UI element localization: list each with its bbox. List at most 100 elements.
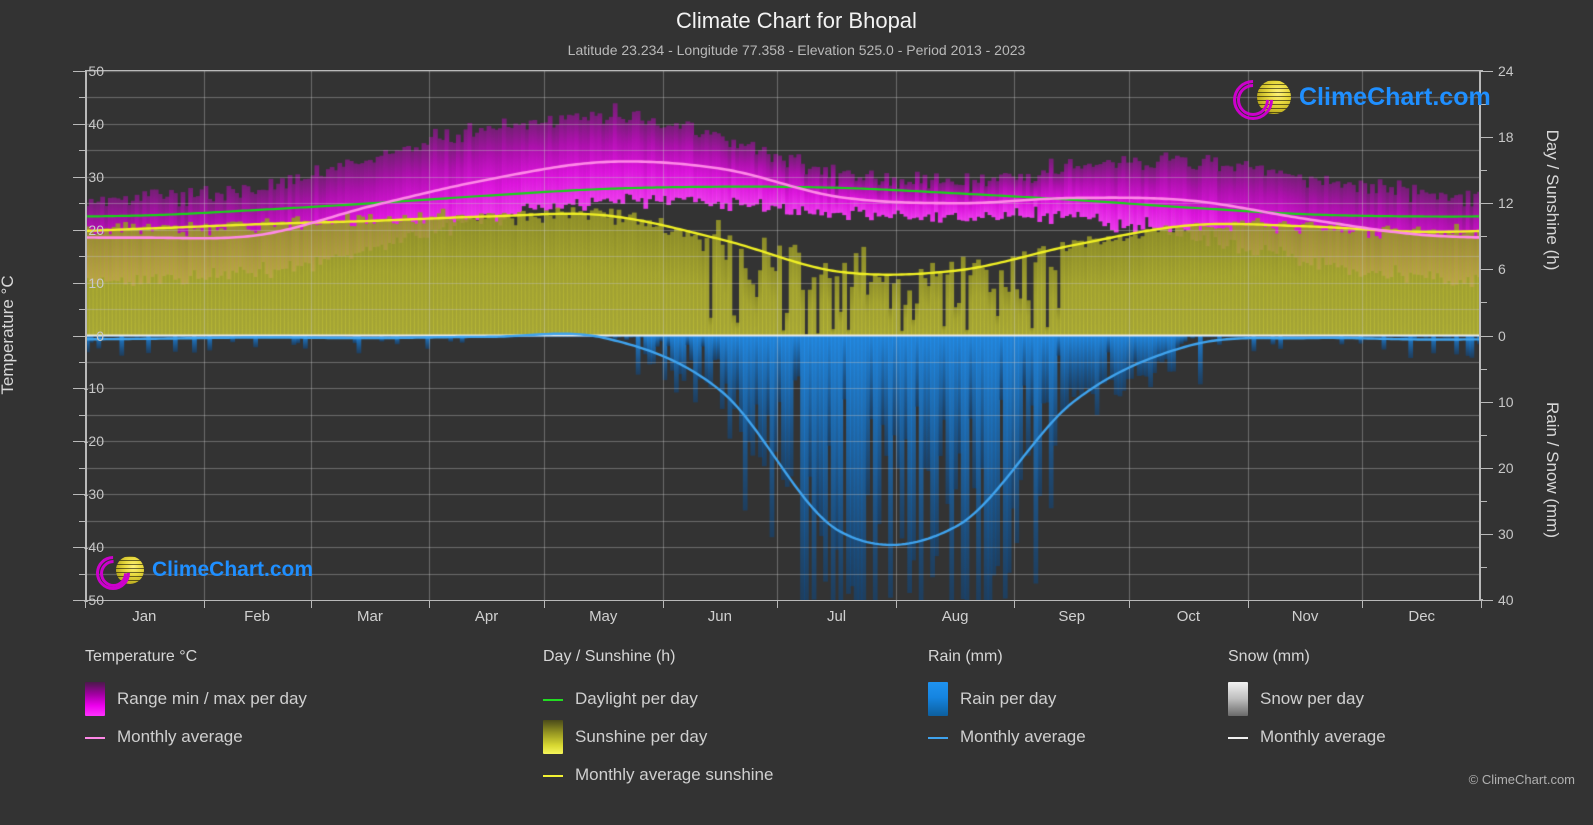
legend-item[interactable]: Monthly average <box>928 718 1086 756</box>
legend-heading: Temperature °C <box>85 648 198 665</box>
x-axis-tick <box>1362 600 1364 608</box>
x-axis-tick <box>1129 600 1131 608</box>
y-axis-tick <box>73 494 85 496</box>
legend-item[interactable]: Rain per day <box>928 680 1086 718</box>
x-axis-tick <box>777 600 779 608</box>
legend-item-label: Range min / max per day <box>117 689 307 708</box>
y-axis-minor-tick <box>79 256 85 258</box>
legend-item[interactable]: Sunshine per day <box>543 718 773 756</box>
legend-color-swatch <box>1228 682 1248 716</box>
y-axis-tick <box>73 441 85 443</box>
x-axis-month-label: Jan <box>132 608 157 625</box>
legend-item[interactable]: Monthly average <box>1228 718 1386 756</box>
y2-axis-tick-label: 24 <box>1498 63 1514 79</box>
x-axis-month-label: Jun <box>707 608 732 625</box>
legend-column-daysun: Day / Sunshine (h) Daylight per day Sunsh… <box>543 648 773 794</box>
y-axis-tick <box>73 388 85 390</box>
left-axis-title: Temperature °C <box>0 275 17 395</box>
y2-axis-minor-tick <box>1481 302 1487 304</box>
y2-axis-minor-tick <box>1481 170 1487 172</box>
y3-axis-minor-tick <box>1481 500 1487 502</box>
legend-heading: Rain (mm) <box>928 648 1003 665</box>
logo-text: ClimeChart.com <box>1299 82 1491 111</box>
y-axis-tick <box>73 282 85 284</box>
y2-axis-minor-tick <box>1481 269 1487 271</box>
right-axis-title-bottom: Rain / Snow (mm) <box>1543 401 1562 539</box>
legend-item-label: Sunshine per day <box>575 727 708 746</box>
y2-axis-minor-tick <box>1481 203 1487 205</box>
y2-axis-minor-tick <box>1481 137 1487 139</box>
y2-axis-tick <box>1481 71 1493 72</box>
x-axis-month-label: Nov <box>1291 608 1319 625</box>
legend-color-swatch <box>928 682 948 716</box>
x-axis-month-label: Sep <box>1058 608 1086 625</box>
copyright-text: © ClimeChart.com <box>1468 772 1575 787</box>
x-axis-month-label: Feb <box>244 608 271 625</box>
x-axis-tick <box>85 600 86 608</box>
y3-axis-tick-label: 40 <box>1498 592 1514 608</box>
legend-column-temperature: Temperature °C Range min / max per day Mo… <box>85 648 307 756</box>
legend: Temperature °C Range min / max per day Mo… <box>0 648 1593 818</box>
legend-item[interactable]: Daylight per day <box>543 680 773 718</box>
y-axis-tick <box>73 123 85 125</box>
climate-chart: Climate Chart for Bhopal Latitude 23.234… <box>0 0 1593 825</box>
y-axis-minor-tick <box>79 309 85 311</box>
y2-axis-tick-label: 0 <box>1498 327 1506 344</box>
legend-item[interactable]: Range min / max per day <box>85 680 307 718</box>
x-axis-tick <box>310 600 312 608</box>
y3-axis-tick <box>1481 600 1493 601</box>
y3-axis-minor-tick <box>1481 401 1487 403</box>
y3-axis-minor-tick <box>1481 467 1487 469</box>
y-axis-tick <box>73 71 85 72</box>
watermark-logo-bottom: ClimeChart.com <box>88 548 313 598</box>
y-axis-tick <box>73 547 85 549</box>
y3-axis-minor-tick <box>1481 368 1487 370</box>
y-axis-minor-tick <box>79 150 85 152</box>
legend-item[interactable]: Snow per day <box>1228 680 1386 718</box>
legend-line-swatch <box>928 720 948 754</box>
legend-item-label: Rain per day <box>960 689 1057 708</box>
legend-heading: Snow (mm) <box>1228 648 1310 665</box>
legend-color-swatch <box>85 682 105 716</box>
plot-area <box>85 71 1481 600</box>
x-axis-tick <box>662 600 664 608</box>
y-axis-minor-tick <box>79 414 85 416</box>
x-axis-month-label: Mar <box>357 608 383 625</box>
legend-column-rain: Rain (mm) Rain per day Monthly average <box>928 648 1086 756</box>
x-axis-month-label: Apr <box>474 608 499 625</box>
legend-item-label: Monthly average sunshine <box>575 765 774 784</box>
x-axis-tick <box>1247 600 1249 608</box>
legend-line-swatch <box>1228 720 1248 754</box>
x-axis-tick <box>543 600 545 608</box>
y-axis-minor-tick <box>79 520 85 522</box>
y-axis-minor-tick <box>79 97 85 99</box>
y-axis-minor-tick <box>79 573 85 575</box>
legend-color-swatch <box>543 720 563 754</box>
logo-ring-icon <box>1224 71 1282 129</box>
right-axis-title-top: Day / Sunshine (h) <box>1543 129 1562 271</box>
legend-line-swatch <box>543 682 563 716</box>
legend-item-label: Daylight per day <box>575 689 698 708</box>
x-axis-month-label: Aug <box>941 608 969 625</box>
y-axis-minor-tick <box>79 203 85 205</box>
watermark-logo-top: ClimeChart.com <box>1224 71 1491 129</box>
y-axis-tick <box>73 229 85 231</box>
x-axis-tick <box>895 600 897 608</box>
page-title: Climate Chart for Bhopal <box>676 8 917 33</box>
y2-axis-tick <box>1481 335 1493 337</box>
y3-axis-minor-tick <box>1481 566 1487 568</box>
legend-item[interactable]: Monthly average sunshine <box>543 756 773 794</box>
legend-item[interactable]: Monthly average <box>85 718 307 756</box>
logo-ring-icon <box>88 548 138 598</box>
legend-line-swatch <box>543 758 563 792</box>
y2-axis-minor-tick <box>1481 236 1487 238</box>
y-axis-minor-tick <box>79 467 85 469</box>
x-axis-month-label: Jul <box>826 608 847 625</box>
y-axis-minor-tick <box>79 361 85 363</box>
y-axis-tick <box>73 600 85 601</box>
x-axis-tick <box>1014 600 1016 608</box>
x-axis-month-label: Oct <box>1176 608 1201 625</box>
legend-heading: Day / Sunshine (h) <box>543 648 676 665</box>
y3-axis-minor-tick <box>1481 434 1487 436</box>
y-axis-tick <box>73 176 85 178</box>
